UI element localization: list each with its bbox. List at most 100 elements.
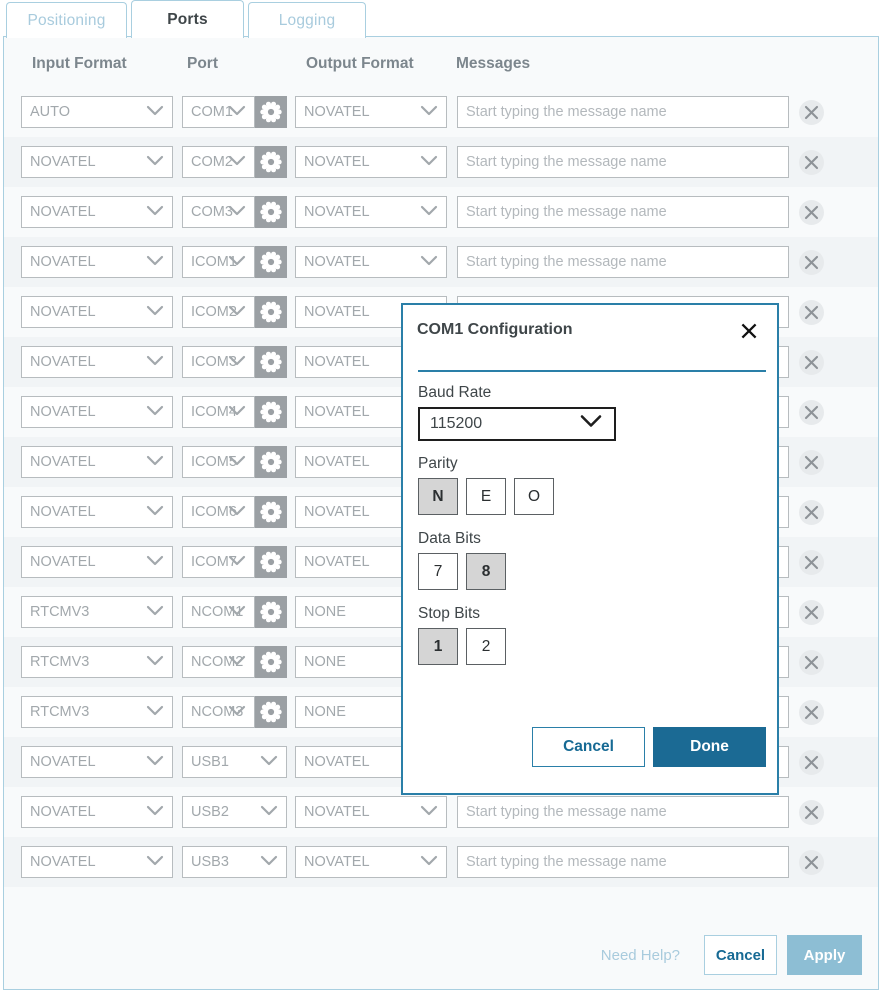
input-format-select[interactable]: NOVATEL — [21, 746, 173, 778]
data-bits-option-8[interactable]: 8 — [466, 553, 506, 590]
gear-icon[interactable] — [255, 646, 287, 678]
port-select[interactable]: NCOM1 — [182, 596, 255, 628]
messages-input[interactable]: Start typing the message name — [457, 796, 789, 828]
remove-row-icon[interactable] — [799, 850, 824, 875]
chevron-down-icon — [146, 504, 164, 520]
input-format-select[interactable]: NOVATEL — [21, 246, 173, 278]
port-select[interactable]: NCOM3 — [182, 696, 255, 728]
input-format-select[interactable]: NOVATEL — [21, 496, 173, 528]
input-format-select[interactable]: NOVATEL — [21, 846, 173, 878]
input-format-value: NOVATEL — [30, 454, 96, 470]
messages-input[interactable]: Start typing the message name — [457, 246, 789, 278]
output-format-select[interactable]: NOVATEL — [295, 246, 447, 278]
close-icon[interactable] — [737, 319, 761, 343]
input-format-select[interactable]: NOVATEL — [21, 296, 173, 328]
baud-rate-value: 115200 — [430, 415, 483, 432]
dialog-done-button[interactable]: Done — [653, 727, 766, 767]
output-format-select[interactable]: NOVATEL — [295, 846, 447, 878]
cancel-button[interactable]: Cancel — [704, 935, 777, 975]
input-format-select[interactable]: RTCMV3 — [21, 646, 173, 678]
remove-row-icon[interactable] — [799, 150, 824, 175]
remove-row-icon[interactable] — [799, 600, 824, 625]
stop-bits-option-2[interactable]: 2 — [466, 628, 506, 665]
gear-icon[interactable] — [255, 96, 287, 128]
input-format-select[interactable]: NOVATEL — [21, 346, 173, 378]
output-format-select[interactable]: NOVATEL — [295, 146, 447, 178]
remove-row-icon[interactable] — [799, 650, 824, 675]
remove-row-icon[interactable] — [799, 750, 824, 775]
port-select[interactable]: ICOM6 — [182, 496, 255, 528]
remove-row-icon[interactable] — [799, 500, 824, 525]
gear-icon[interactable] — [255, 496, 287, 528]
remove-row-icon[interactable] — [799, 100, 824, 125]
tab-positioning[interactable]: Positioning — [6, 2, 127, 38]
gear-icon[interactable] — [255, 596, 287, 628]
output-format-select[interactable]: NOVATEL — [295, 96, 447, 128]
gear-icon[interactable] — [255, 546, 287, 578]
tab-ports[interactable]: Ports — [131, 0, 244, 38]
input-format-select[interactable]: AUTO — [21, 96, 173, 128]
port-select[interactable]: USB3 — [182, 846, 287, 878]
chevron-down-icon — [146, 354, 164, 370]
input-format-select[interactable]: NOVATEL — [21, 396, 173, 428]
input-format-select[interactable]: NOVATEL — [21, 146, 173, 178]
remove-row-icon[interactable] — [799, 350, 824, 375]
messages-input[interactable]: Start typing the message name — [457, 846, 789, 878]
input-format-select[interactable]: NOVATEL — [21, 196, 173, 228]
gear-icon[interactable] — [255, 296, 287, 328]
remove-row-icon[interactable] — [799, 450, 824, 475]
port-select[interactable]: USB2 — [182, 796, 287, 828]
gear-icon[interactable] — [255, 396, 287, 428]
gear-icon[interactable] — [255, 196, 287, 228]
remove-row-icon[interactable] — [799, 400, 824, 425]
input-format-select[interactable]: NOVATEL — [21, 546, 173, 578]
remove-row-icon[interactable] — [799, 300, 824, 325]
output-format-select[interactable]: NOVATEL — [295, 796, 447, 828]
messages-input[interactable]: Start typing the message name — [457, 196, 789, 228]
baud-rate-select[interactable]: 115200 — [418, 407, 616, 441]
port-select[interactable]: ICOM1 — [182, 246, 255, 278]
port-select[interactable]: NCOM2 — [182, 646, 255, 678]
input-format-value: NOVATEL — [30, 354, 96, 370]
port-select[interactable]: USB1 — [182, 746, 287, 778]
output-format-select[interactable]: NOVATEL — [295, 196, 447, 228]
tab-logging-label: Logging — [278, 11, 336, 29]
input-format-select[interactable]: RTCMV3 — [21, 696, 173, 728]
gear-icon[interactable] — [255, 696, 287, 728]
data-bits-option-7[interactable]: 7 — [418, 553, 458, 590]
port-select[interactable]: ICOM2 — [182, 296, 255, 328]
input-format-select[interactable]: RTCMV3 — [21, 596, 173, 628]
remove-row-icon[interactable] — [799, 250, 824, 275]
output-format-value: NOVATEL — [304, 154, 370, 170]
port-select[interactable]: ICOM7 — [182, 546, 255, 578]
input-format-value: AUTO — [30, 104, 71, 120]
remove-row-icon[interactable] — [799, 200, 824, 225]
dialog-cancel-button[interactable]: Cancel — [532, 727, 645, 767]
gear-icon[interactable] — [255, 146, 287, 178]
parity-option-N[interactable]: N — [418, 478, 458, 515]
apply-button[interactable]: Apply — [787, 935, 862, 975]
port-select[interactable]: COM3 — [182, 196, 255, 228]
parity-option-E[interactable]: E — [466, 478, 506, 515]
chevron-down-icon — [146, 804, 164, 820]
port-select[interactable]: COM2 — [182, 146, 255, 178]
remove-row-icon[interactable] — [799, 800, 824, 825]
messages-input[interactable]: Start typing the message name — [457, 146, 789, 178]
remove-row-icon[interactable] — [799, 550, 824, 575]
input-format-select[interactable]: NOVATEL — [21, 446, 173, 478]
column-header-port: Port — [187, 55, 218, 72]
messages-input[interactable]: Start typing the message name — [457, 96, 789, 128]
gear-icon[interactable] — [255, 346, 287, 378]
port-select[interactable]: COM1 — [182, 96, 255, 128]
tab-logging[interactable]: Logging — [248, 2, 366, 38]
remove-row-icon[interactable] — [799, 700, 824, 725]
port-select[interactable]: ICOM3 — [182, 346, 255, 378]
stop-bits-option-1[interactable]: 1 — [418, 628, 458, 665]
input-format-select[interactable]: NOVATEL — [21, 796, 173, 828]
gear-icon[interactable] — [255, 246, 287, 278]
port-select[interactable]: ICOM5 — [182, 446, 255, 478]
gear-icon[interactable] — [255, 446, 287, 478]
parity-option-O[interactable]: O — [514, 478, 554, 515]
need-help-link[interactable]: Need Help? — [601, 947, 680, 964]
port-select[interactable]: ICOM4 — [182, 396, 255, 428]
